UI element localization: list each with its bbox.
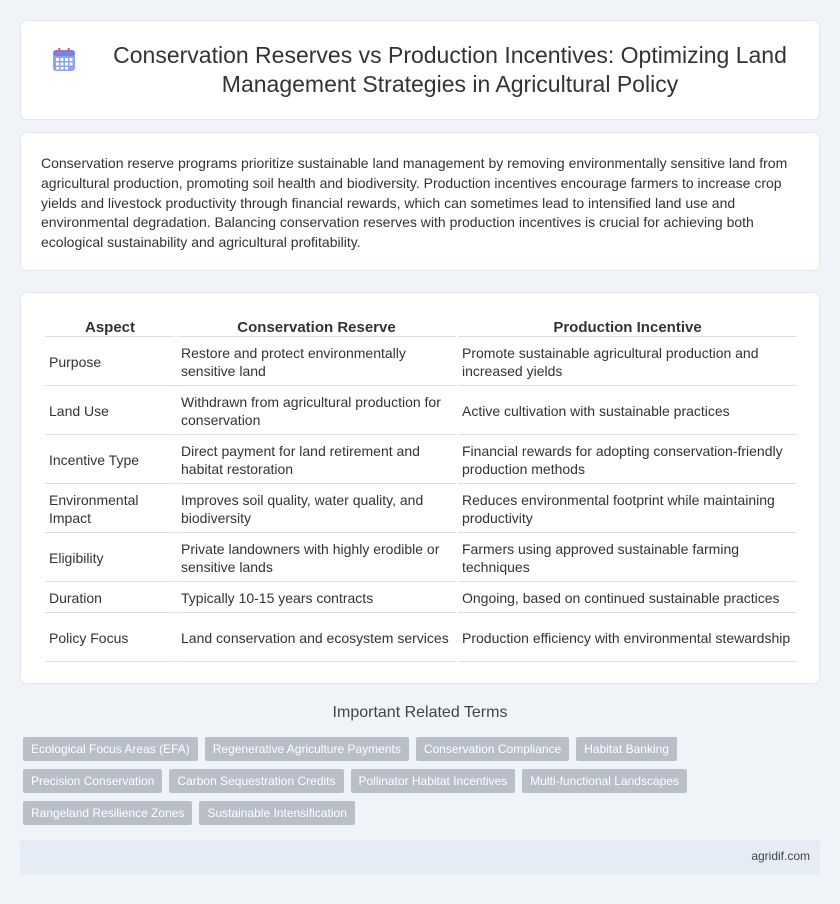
comparison-table: Aspect Conservation Reserve Production I… — [43, 315, 799, 664]
summary-card: Conservation reserve programs prioritize… — [20, 132, 820, 271]
table-row: Environmental Impact Improves soil quali… — [45, 486, 797, 533]
related-term-tag[interactable]: Ecological Focus Areas (EFA) — [23, 737, 198, 761]
table-row: Purpose Restore and protect environmenta… — [45, 339, 797, 386]
row-aspect: Duration — [45, 584, 175, 613]
related-term-tag[interactable]: Regenerative Agriculture Payments — [204, 737, 409, 761]
row-conservation: Improves soil quality, water quality, an… — [177, 486, 456, 533]
row-conservation: Typically 10-15 years contracts — [177, 584, 456, 613]
row-production: Ongoing, based on continued sustainable … — [458, 584, 797, 613]
related-term-tag[interactable]: Habitat Banking — [576, 737, 677, 761]
row-aspect: Incentive Type — [45, 437, 175, 484]
row-aspect: Land Use — [45, 388, 175, 435]
row-production: Active cultivation with sustainable prac… — [458, 388, 797, 435]
header-aspect: Aspect — [45, 317, 175, 337]
row-production: Reduces environmental footprint while ma… — [458, 486, 797, 533]
table-row: Eligibility Private landowners with high… — [45, 535, 797, 582]
footer: agridif.com — [20, 840, 820, 874]
related-term-tag[interactable]: Pollinator Habitat Incentives — [350, 769, 516, 793]
row-conservation: Withdrawn from agricultural production f… — [177, 388, 456, 435]
row-conservation: Private landowners with highly erodible … — [177, 535, 456, 582]
related-term-tag[interactable]: Rangeland Resilience Zones — [23, 801, 193, 825]
related-terms-list: Ecological Focus Areas (EFA) Regenerativ… — [23, 737, 823, 825]
table-header-row: Aspect Conservation Reserve Production I… — [45, 317, 797, 337]
row-aspect: Environmental Impact — [45, 486, 175, 533]
header-conservation-reserve: Conservation Reserve — [177, 317, 456, 337]
related-term-tag[interactable]: Multi-functional Landscapes — [522, 769, 688, 793]
row-production: Farmers using approved sustainable farmi… — [458, 535, 797, 582]
table-row: Duration Typically 10-15 years contracts… — [45, 584, 797, 613]
comparison-table-card: Aspect Conservation Reserve Production I… — [20, 292, 820, 684]
row-production: Financial rewards for adopting conservat… — [458, 437, 797, 484]
row-aspect: Eligibility — [45, 535, 175, 582]
footer-site-link[interactable]: agridif.com — [751, 849, 810, 863]
table-row: Incentive Type Direct payment for land r… — [45, 437, 797, 484]
row-conservation: Land conservation and ecosystem services — [177, 615, 456, 662]
page-title: Conservation Reserves vs Production Ince… — [113, 42, 787, 97]
related-term-tag[interactable]: Precision Conservation — [23, 769, 163, 793]
row-production: Promote sustainable agricultural product… — [458, 339, 797, 386]
related-term-tag[interactable]: Sustainable Intensification — [199, 801, 355, 825]
table-row: Land Use Withdrawn from agricultural pro… — [45, 388, 797, 435]
header-production-incentive: Production Incentive — [458, 317, 797, 337]
row-conservation: Restore and protect environmentally sens… — [177, 339, 456, 386]
related-term-tag[interactable]: Carbon Sequestration Credits — [169, 769, 344, 793]
related-term-tag[interactable]: Conservation Compliance — [415, 737, 570, 761]
row-aspect: Policy Focus — [45, 615, 175, 662]
title-card: Conservation Reserves vs Production Ince… — [20, 20, 820, 120]
summary-text: Conservation reserve programs prioritize… — [41, 155, 788, 251]
row-aspect: Purpose — [45, 339, 175, 386]
related-terms-title: Important Related Terms — [332, 704, 508, 721]
row-production: Production efficiency with environmental… — [458, 615, 797, 662]
table-row: Policy Focus Land conservation and ecosy… — [45, 615, 797, 662]
row-conservation: Direct payment for land retirement and h… — [177, 437, 456, 484]
